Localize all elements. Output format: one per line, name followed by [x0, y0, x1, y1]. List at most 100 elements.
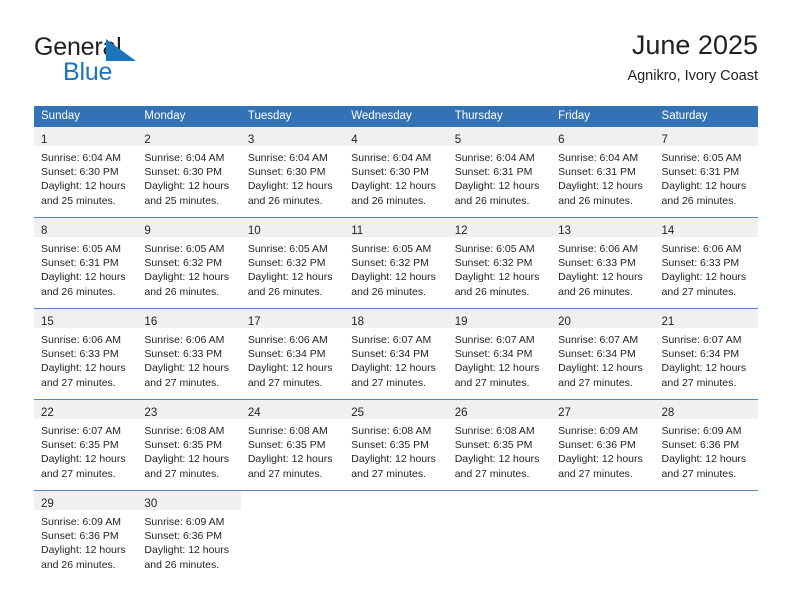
day-number: 23	[144, 407, 158, 419]
day-number-band: 14	[654, 218, 758, 237]
calendar-day-cell[interactable]: 25 Sunrise: 6:08 AM Sunset: 6:35 PM Dayligh…	[344, 399, 448, 491]
day-number-band: 8	[34, 218, 138, 237]
day-number-band: 19	[447, 309, 552, 328]
sunset-text: Sunset: 6:32 PM	[351, 257, 429, 270]
calendar-day-cell[interactable]: 15 Sunrise: 6:06 AM Sunset: 6:33 PM Dayligh…	[34, 308, 138, 400]
calendar-day-cell[interactable]: 4 Sunrise: 6:04 AM Sunset: 6:30 PM Daylight…	[344, 127, 448, 218]
sunset-text: Sunset: 6:30 PM	[144, 166, 223, 179]
day-cell-inner: 26 Sunrise: 6:08 AM Sunset: 6:35 PM Dayligh…	[447, 400, 552, 490]
sunset-text: Sunset: 6:33 PM	[144, 348, 223, 361]
calendar-day-cell[interactable]: 22 Sunrise: 6:07 AM Sunset: 6:35 PM Dayligh…	[34, 399, 138, 491]
day-number: 9	[144, 225, 151, 237]
sunset-text: Sunset: 6:31 PM	[558, 166, 636, 179]
day-details: Sunrise: 6:09 AM Sunset: 6:36 PM Daylight:…	[551, 419, 654, 481]
day-number-band: 1	[34, 127, 138, 146]
day-number-band: 26	[447, 400, 552, 419]
day-number: 24	[247, 407, 261, 419]
sunset-text: Sunset: 6:30 PM	[351, 166, 429, 179]
day-number-band: 21	[654, 309, 758, 328]
daylight-text-line1: Daylight: 12 hours	[41, 544, 126, 557]
daylight-text-line2: and 27 minutes.	[661, 285, 737, 298]
calendar-day-cell[interactable]: 26 Sunrise: 6:08 AM Sunset: 6:35 PM Dayligh…	[447, 399, 552, 491]
sunset-text: Sunset: 6:36 PM	[661, 439, 740, 452]
daylight-text-line2: and 27 minutes.	[144, 376, 220, 389]
day-number: 26	[454, 407, 468, 419]
calendar-day-cell[interactable]: 9 Sunrise: 6:05 AM Sunset: 6:32 PM Daylight…	[137, 217, 241, 309]
day-number: 7	[661, 134, 668, 146]
day-cell-inner: 13 Sunrise: 6:06 AM Sunset: 6:33 PM Dayligh…	[551, 218, 655, 308]
calendar-day-cell[interactable]: 3 Sunrise: 6:04 AM Sunset: 6:30 PM Daylight…	[240, 127, 345, 218]
daylight-text-line2: and 26 minutes.	[351, 194, 426, 207]
calendar-cell-empty	[240, 490, 345, 581]
calendar-day-cell[interactable]: 29 Sunrise: 6:09 AM Sunset: 6:36 PM Dayligh…	[34, 490, 138, 581]
calendar-day-cell[interactable]: 17 Sunrise: 6:06 AM Sunset: 6:34 PM Dayligh…	[240, 308, 345, 400]
calendar-day-cell[interactable]: 18 Sunrise: 6:07 AM Sunset: 6:34 PM Dayligh…	[344, 308, 448, 400]
day-details: Sunrise: 6:08 AM Sunset: 6:35 PM Daylight:…	[344, 419, 447, 481]
sunset-text: Sunset: 6:32 PM	[144, 257, 223, 270]
calendar-page: General Blue June 2025 Agnikro, Ivory Co…	[0, 0, 792, 612]
daylight-text-line1: Daylight: 12 hours	[41, 271, 126, 284]
calendar-day-cell[interactable]: 23 Sunrise: 6:08 AM Sunset: 6:35 PM Dayligh…	[137, 399, 241, 491]
calendar-day-cell[interactable]: 30 Sunrise: 6:09 AM Sunset: 6:36 PM Dayligh…	[137, 490, 241, 581]
calendar-day-cell[interactable]: 20 Sunrise: 6:07 AM Sunset: 6:34 PM Dayligh…	[551, 308, 655, 400]
day-cell-inner: 7 Sunrise: 6:05 AM Sunset: 6:31 PM Daylight…	[654, 127, 758, 217]
calendar-day-cell[interactable]: 11 Sunrise: 6:05 AM Sunset: 6:32 PM Dayligh…	[344, 217, 448, 309]
calendar-day-cell[interactable]: 19 Sunrise: 6:07 AM Sunset: 6:34 PM Dayligh…	[447, 308, 552, 400]
sunrise-text: Sunrise: 6:07 AM	[351, 334, 432, 346]
calendar-day-cell[interactable]: 28 Sunrise: 6:09 AM Sunset: 6:36 PM Dayligh…	[654, 399, 758, 491]
calendar-day-cell[interactable]: 5 Sunrise: 6:04 AM Sunset: 6:31 PM Daylight…	[447, 127, 552, 218]
calendar-cell-empty	[551, 490, 655, 581]
day-details: Sunrise: 6:09 AM Sunset: 6:36 PM Daylight:…	[137, 510, 240, 572]
calendar-day-cell[interactable]: 13 Sunrise: 6:06 AM Sunset: 6:33 PM Dayligh…	[551, 217, 655, 309]
day-number: 22	[41, 407, 54, 419]
day-cell-inner: 23 Sunrise: 6:08 AM Sunset: 6:35 PM Dayligh…	[137, 400, 241, 490]
daylight-text-line2: and 26 minutes.	[454, 285, 530, 298]
sunrise-text: Sunrise: 6:06 AM	[247, 334, 328, 346]
sunrise-text: Sunrise: 6:06 AM	[144, 334, 225, 346]
calendar-day-cell[interactable]: 10 Sunrise: 6:05 AM Sunset: 6:32 PM Dayligh…	[240, 217, 345, 309]
sunset-text: Sunset: 6:35 PM	[41, 439, 119, 452]
day-number: 16	[144, 316, 158, 328]
sunset-text: Sunset: 6:34 PM	[351, 348, 429, 361]
day-number-band: 9	[137, 218, 241, 237]
day-details: Sunrise: 6:04 AM Sunset: 6:30 PM Daylight:…	[34, 146, 137, 208]
calendar-day-cell[interactable]: 21 Sunrise: 6:07 AM Sunset: 6:34 PM Dayligh…	[654, 308, 758, 400]
sunrise-text: Sunrise: 6:04 AM	[351, 152, 432, 164]
brand-name-blue: Blue	[63, 58, 113, 86]
page-header: General Blue June 2025 Agnikro, Ivory Co…	[34, 28, 758, 96]
calendar-day-cell[interactable]: 8 Sunrise: 6:05 AM Sunset: 6:31 PM Daylight…	[34, 217, 138, 309]
daylight-text-line1: Daylight: 12 hours	[351, 180, 436, 193]
daylight-text-line2: and 25 minutes.	[41, 194, 116, 207]
day-cell-inner: 6 Sunrise: 6:04 AM Sunset: 6:31 PM Daylight…	[551, 127, 655, 217]
daylight-text-line2: and 26 minutes.	[661, 194, 737, 207]
brand-logo[interactable]: General Blue	[34, 33, 214, 93]
day-number-band: 20	[551, 309, 655, 328]
sunset-text: Sunset: 6:35 PM	[351, 439, 429, 452]
day-number-band: 16	[137, 309, 241, 328]
day-number: 3	[247, 134, 255, 146]
calendar-day-cell[interactable]: 2 Sunrise: 6:04 AM Sunset: 6:30 PM Daylight…	[137, 127, 241, 218]
day-number-band: 25	[344, 400, 448, 419]
calendar-day-cell[interactable]: 16 Sunrise: 6:06 AM Sunset: 6:33 PM Dayligh…	[137, 308, 241, 400]
day-details: Sunrise: 6:05 AM Sunset: 6:32 PM Daylight:…	[344, 237, 447, 299]
calendar-day-cell[interactable]: 27 Sunrise: 6:09 AM Sunset: 6:36 PM Dayligh…	[551, 399, 655, 491]
sunset-text: Sunset: 6:34 PM	[661, 348, 740, 361]
calendar-day-cell[interactable]: 12 Sunrise: 6:05 AM Sunset: 6:32 PM Dayligh…	[447, 217, 552, 309]
calendar-day-cell[interactable]: 24 Sunrise: 6:08 AM Sunset: 6:35 PM Dayligh…	[240, 399, 345, 491]
day-number: 28	[661, 407, 675, 419]
calendar-day-cell[interactable]: 1 Sunrise: 6:04 AM Sunset: 6:30 PM Daylight…	[34, 127, 138, 218]
daylight-text-line1: Daylight: 12 hours	[247, 453, 333, 466]
sunset-text: Sunset: 6:36 PM	[41, 530, 119, 543]
sunset-text: Sunset: 6:30 PM	[41, 166, 119, 179]
day-number-band: 17	[240, 309, 345, 328]
day-details: Sunrise: 6:06 AM Sunset: 6:33 PM Daylight:…	[551, 237, 654, 299]
daylight-text-line2: and 27 minutes.	[41, 376, 116, 389]
daylight-text-line1: Daylight: 12 hours	[454, 271, 540, 284]
daylight-text-line2: and 27 minutes.	[661, 376, 737, 389]
page-title: June 2025	[631, 30, 758, 60]
calendar-day-cell[interactable]: 6 Sunrise: 6:04 AM Sunset: 6:31 PM Daylight…	[551, 127, 655, 218]
day-details: Sunrise: 6:04 AM Sunset: 6:30 PM Daylight:…	[241, 146, 344, 208]
day-cell-inner: 20 Sunrise: 6:07 AM Sunset: 6:34 PM Dayligh…	[551, 309, 655, 399]
calendar-day-cell[interactable]: 7 Sunrise: 6:05 AM Sunset: 6:31 PM Daylight…	[654, 127, 758, 218]
calendar-day-cell[interactable]: 14 Sunrise: 6:06 AM Sunset: 6:33 PM Dayligh…	[654, 217, 758, 309]
